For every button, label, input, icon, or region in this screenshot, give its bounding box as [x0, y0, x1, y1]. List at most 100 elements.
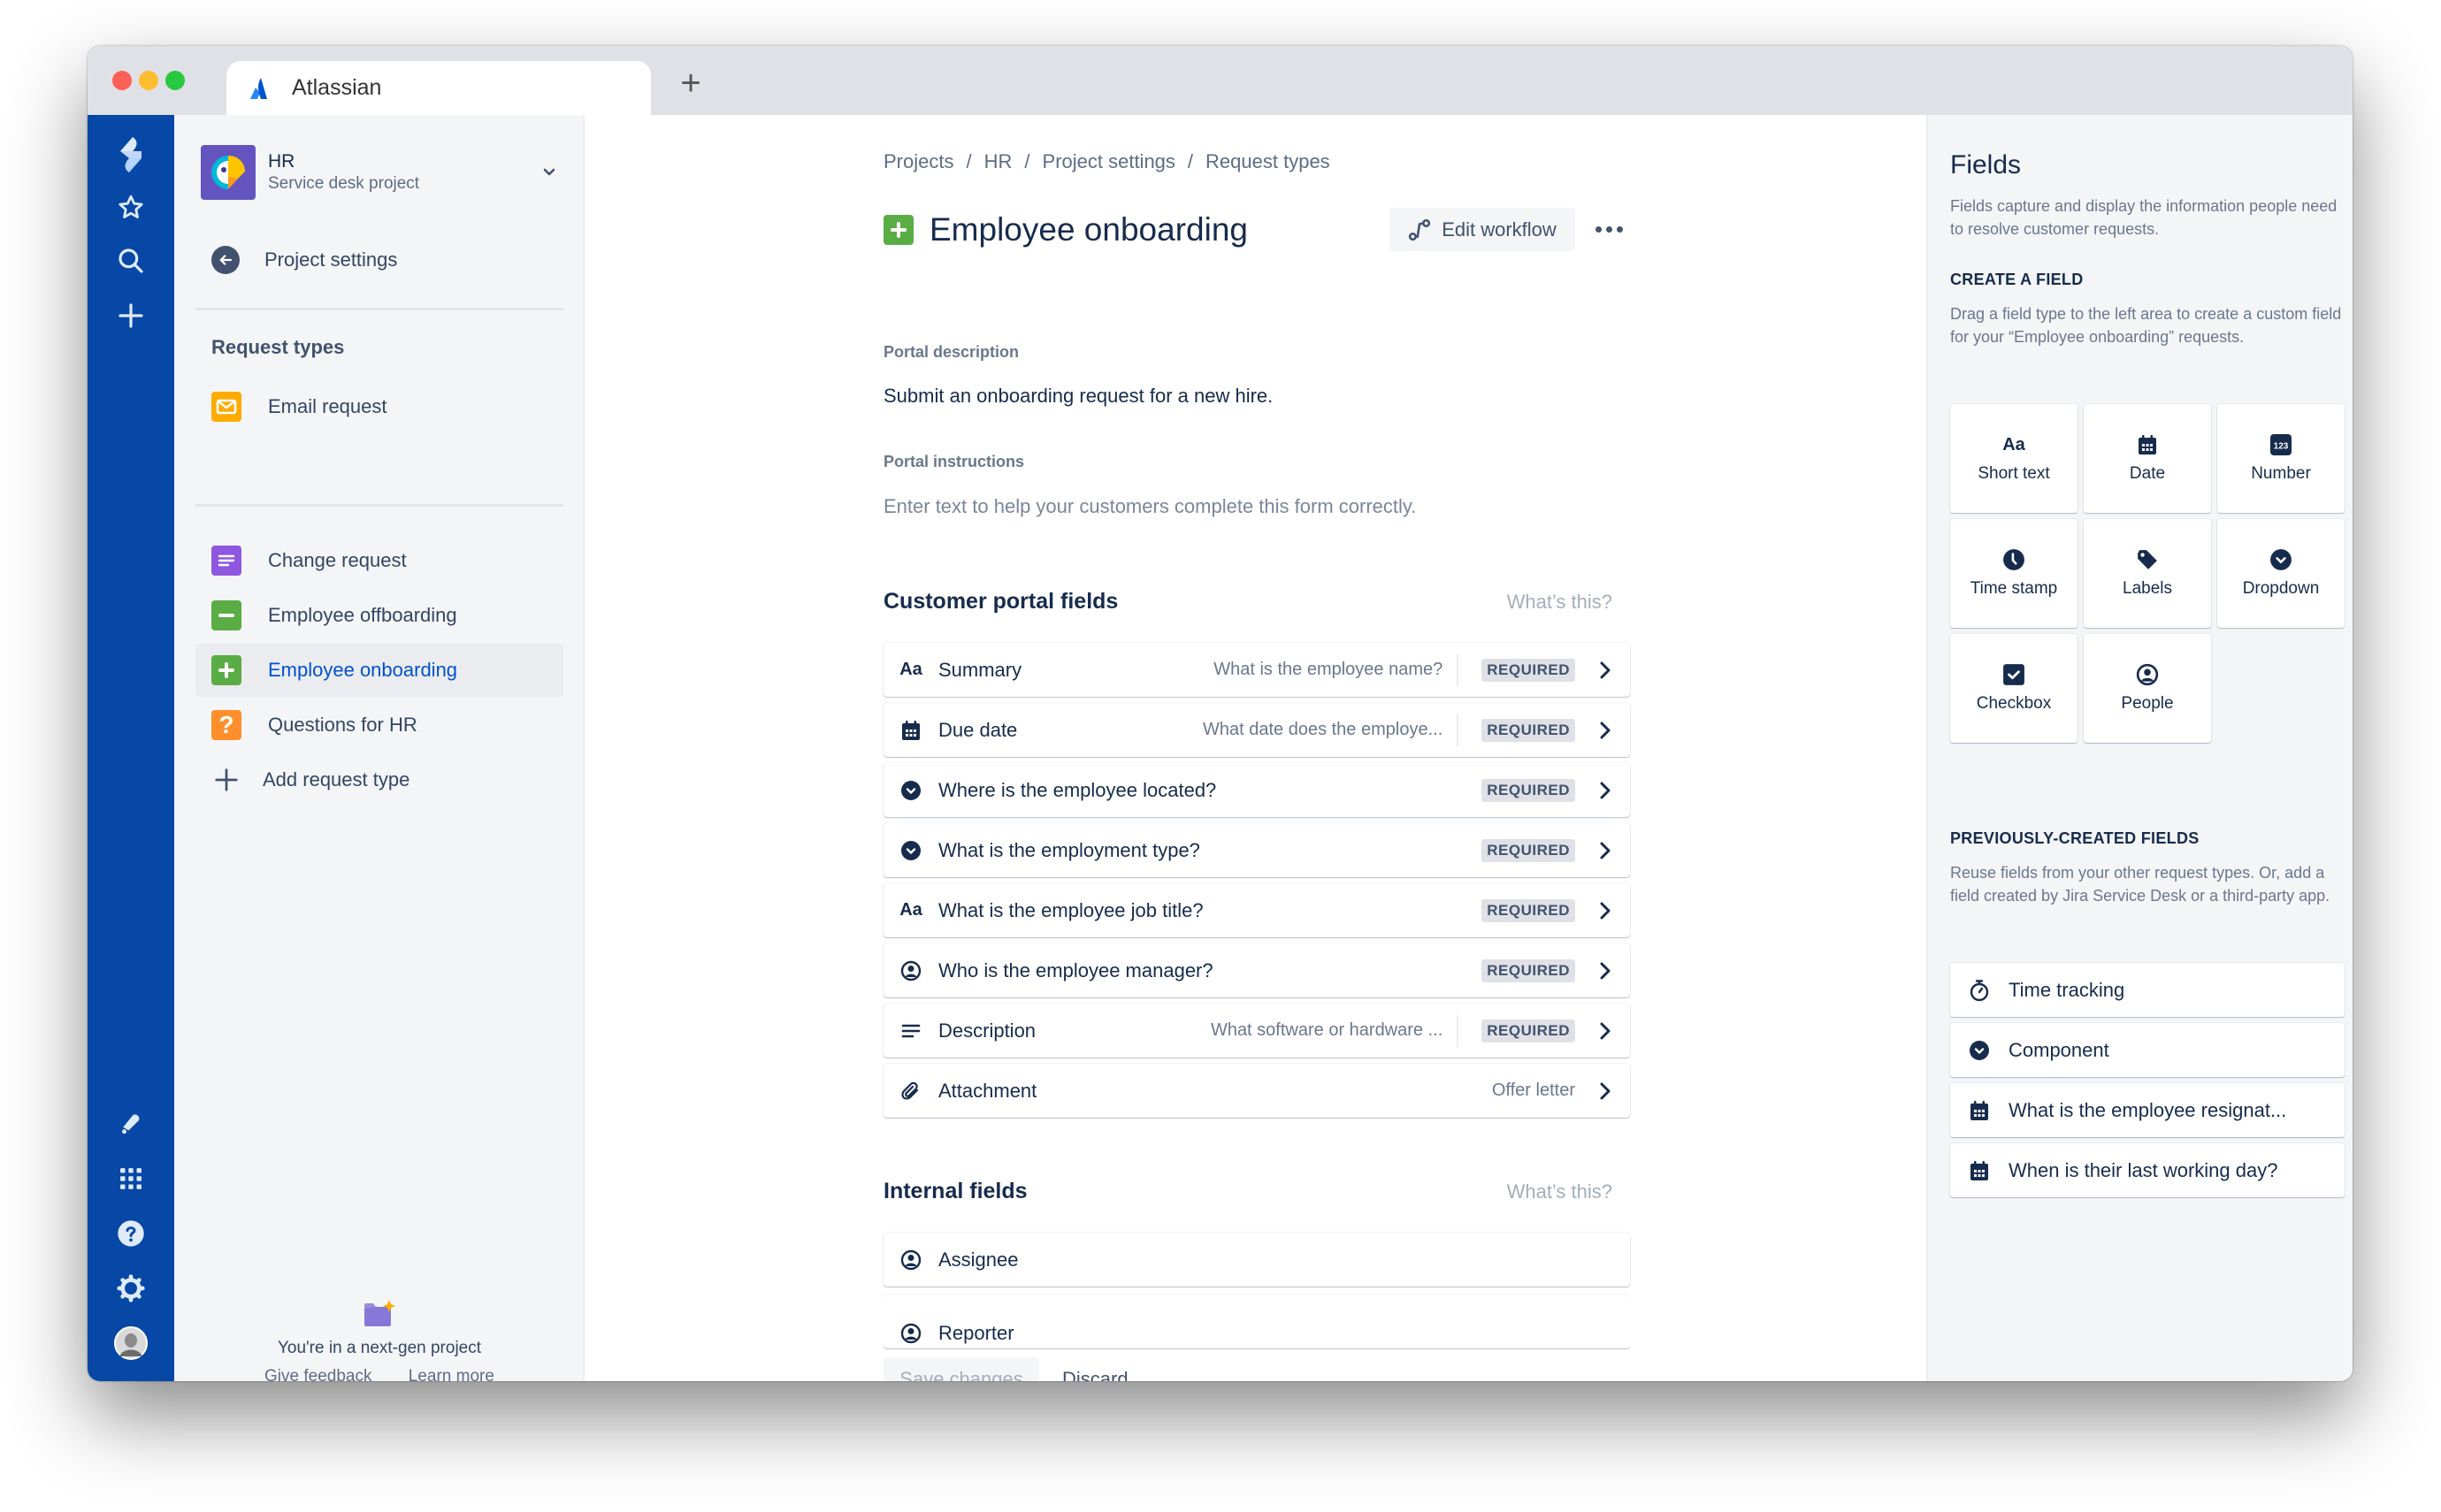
plus-icon	[884, 215, 914, 245]
dropdown-icon	[899, 839, 922, 862]
field-type-people[interactable]: People	[2084, 634, 2211, 743]
breadcrumb-hr[interactable]: HR	[984, 150, 1013, 172]
person-icon	[899, 1249, 922, 1271]
settings-icon[interactable]	[109, 1266, 153, 1310]
field-row-assignee[interactable]: Assignee	[884, 1233, 1630, 1287]
chevron-right-icon	[1596, 720, 1614, 741]
more-actions-button[interactable]	[1591, 208, 1626, 251]
edit-workflow-button[interactable]: Edit workflow	[1389, 208, 1575, 251]
project-avatar	[201, 145, 256, 200]
maximize-window-button[interactable]	[165, 71, 185, 90]
previous-field-time-tracking[interactable]: Time tracking	[1950, 963, 2345, 1017]
person-icon	[899, 1322, 922, 1345]
field-type-short-text[interactable]: Aa Short text	[1950, 404, 2078, 513]
help-icon[interactable]	[109, 1211, 153, 1256]
calendar-icon	[1968, 1099, 1991, 1122]
required-badge: REQUIRED	[1481, 1019, 1575, 1042]
arrow-left-icon	[211, 246, 240, 274]
required-badge: REQUIRED	[1481, 658, 1575, 682]
new-tab-button[interactable]: +	[671, 64, 710, 103]
learn-more-link[interactable]: Learn more	[409, 1367, 494, 1381]
field-type-number[interactable]: 123 Number	[2217, 404, 2345, 513]
previous-field-last-working-day[interactable]: When is their last working day?	[1950, 1143, 2345, 1197]
field-row-attachment[interactable]: Attachment Offer letter	[884, 1064, 1630, 1118]
breadcrumb-request-types[interactable]: Request types	[1205, 150, 1330, 172]
field-type-time-stamp[interactable]: Time stamp	[1950, 519, 2078, 628]
person-icon	[2084, 662, 2211, 687]
add-icon	[211, 765, 241, 795]
whats-this-link[interactable]: What’s this?	[1507, 1180, 1612, 1203]
field-row-due-date[interactable]: Due date What date does the employe... R…	[884, 703, 1630, 757]
back-to-project-settings[interactable]: Project settings	[211, 246, 397, 274]
back-label: Project settings	[264, 248, 398, 271]
create-icon[interactable]	[109, 294, 153, 338]
project-sidebar: HR Service desk project Project settings…	[174, 115, 585, 1381]
add-request-type-button[interactable]: Add request type	[195, 753, 563, 806]
whats-this-link[interactable]: What’s this?	[1507, 591, 1612, 614]
project-switcher[interactable]: HR Service desk project	[201, 143, 572, 202]
field-row-job-title[interactable]: Aa What is the employee job title? REQUI…	[884, 883, 1630, 937]
stopwatch-icon	[1968, 979, 1991, 1002]
sidebar-item-questions-for-hr[interactable]: ? Questions for HR	[195, 699, 563, 752]
search-icon[interactable]	[109, 239, 153, 283]
field-row-employee-manager[interactable]: Who is the employee manager? REQUIRED	[884, 943, 1630, 997]
fields-panel-intro: Fields capture and display the informati…	[1950, 197, 2338, 238]
breadcrumb-projects[interactable]: Projects	[884, 150, 953, 172]
user-avatar[interactable]	[109, 1321, 153, 1365]
minimize-window-button[interactable]	[139, 71, 158, 90]
sidebar-item-employee-onboarding[interactable]: Employee onboarding	[195, 644, 563, 697]
field-type-labels[interactable]: Labels	[2084, 519, 2211, 628]
svg-text:123: 123	[2274, 442, 2289, 452]
field-type-checkbox[interactable]: Checkbox	[1950, 634, 2078, 743]
previously-created-text: Reuse fields from your other request typ…	[1950, 864, 2330, 905]
sidebar-item-employee-offboarding[interactable]: Employee offboarding	[195, 589, 563, 642]
previous-field-component[interactable]: Component	[1950, 1023, 2345, 1077]
close-window-button[interactable]	[112, 71, 132, 90]
app-switcher-icon[interactable]	[109, 1157, 153, 1201]
field-row-summary[interactable]: Aa Summary What is the employee name? RE…	[884, 643, 1630, 697]
chevron-right-icon	[1596, 1081, 1614, 1102]
sidebar-item-change-request[interactable]: Change request	[195, 534, 563, 587]
envelope-icon	[211, 392, 241, 422]
chevron-right-icon	[1596, 780, 1614, 801]
form-actions: Save changes Discard	[884, 1357, 1129, 1381]
person-icon	[899, 959, 922, 982]
dropdown-icon	[899, 779, 922, 802]
portal-description-field[interactable]: Submit an onboarding request for a new h…	[884, 385, 1273, 408]
portal-description-label: Portal description	[884, 343, 1020, 361]
sidebar-divider	[195, 308, 563, 310]
short-text-icon: Aa	[899, 900, 922, 920]
workflow-icon	[1409, 218, 1431, 241]
clock-icon	[1950, 547, 2078, 572]
field-row-employee-location[interactable]: Where is the employee located? REQUIRED	[884, 763, 1630, 817]
calendar-icon	[1968, 1159, 1991, 1182]
sidebar-item-email-request[interactable]: Email request	[195, 380, 563, 433]
number-icon: 123	[2217, 432, 2345, 457]
field-row-description[interactable]: Description What software or hardware ..…	[884, 1004, 1630, 1058]
fields-panel-title: Fields	[1950, 150, 2022, 179]
chevron-down-icon[interactable]	[539, 161, 560, 182]
breadcrumb-project-settings[interactable]: Project settings	[1043, 150, 1175, 172]
jira-service-desk-logo-icon[interactable]	[109, 133, 153, 177]
calendar-icon	[2084, 432, 2211, 457]
minus-icon	[211, 600, 241, 630]
field-row-employment-type[interactable]: What is the employment type? REQUIRED	[884, 823, 1630, 877]
required-badge: REQUIRED	[1481, 898, 1575, 922]
chevron-right-icon	[1596, 960, 1614, 981]
project-type: Service desk project	[268, 174, 420, 193]
field-type-dropdown[interactable]: Dropdown	[2217, 519, 2345, 628]
discard-button[interactable]: Discard	[1062, 1368, 1129, 1382]
page-title[interactable]: Employee onboarding	[930, 211, 1248, 248]
portal-instructions-field[interactable]: Enter text to help your customers comple…	[884, 495, 1416, 518]
internal-fields-scroll-area[interactable]: Reporter	[884, 1291, 1630, 1351]
save-changes-button[interactable]: Save changes	[884, 1357, 1039, 1381]
browser-tab[interactable]: Atlassian	[226, 61, 651, 115]
field-row-reporter[interactable]: Reporter	[884, 1294, 1630, 1348]
browser-window: Atlassian + HR Service desk project Proj…	[88, 46, 2353, 1381]
give-feedback-link[interactable]: Give feedback	[264, 1367, 371, 1381]
star-icon[interactable]	[109, 186, 153, 230]
previous-field-resignation[interactable]: What is the employee resignat...	[1950, 1083, 2345, 1137]
field-type-date[interactable]: Date	[2084, 404, 2211, 513]
dropdown-icon	[1968, 1039, 1991, 1062]
notifications-icon[interactable]	[109, 1102, 153, 1146]
